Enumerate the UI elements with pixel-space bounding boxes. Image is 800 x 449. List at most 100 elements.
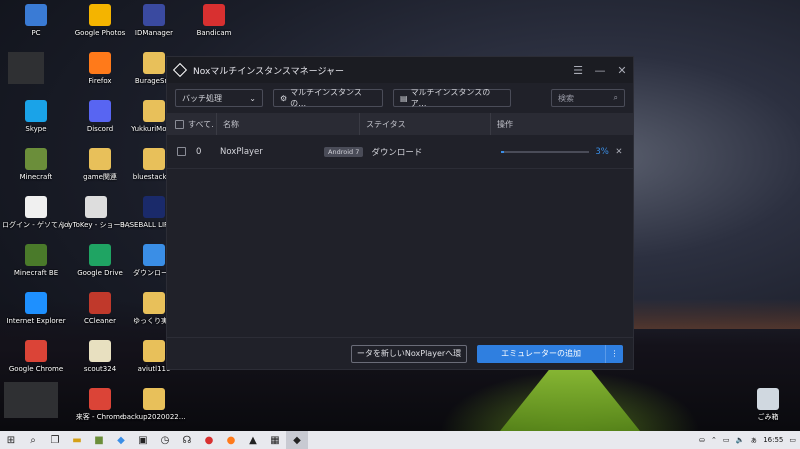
row-name: NoxPlayer <box>220 146 263 157</box>
minecraft-icon[interactable]: ■ <box>88 431 110 449</box>
nox-logo-icon <box>172 62 188 78</box>
skype-icon <box>25 100 47 122</box>
table-header: すべて. 名称 ステイタス 操作 <box>167 113 633 135</box>
desktop-icon-label: CCleaner <box>84 317 116 325</box>
multi-instance-settings-label: マルチインスタンスの… <box>290 88 362 108</box>
baseball-icon <box>143 196 165 218</box>
multi-instance-arrange-button[interactable]: ▤ マルチインスタンスのア… <box>393 88 511 108</box>
search-icon: ⌕ <box>613 93 618 102</box>
ie-icon <box>25 292 47 314</box>
desktop-icon-label: Firefox <box>88 77 112 85</box>
desktop-icon-label: Google Photos <box>74 29 126 37</box>
explorer-icon[interactable]: ▬ <box>66 431 88 449</box>
search-input[interactable]: 検索 ⌕ <box>551 89 625 107</box>
cancel-download-icon[interactable]: ✕ <box>615 147 622 157</box>
window-titlebar[interactable]: Noxマルチインスタンスマネージャー ☰ — ✕ <box>167 57 633 83</box>
windows-start-icon[interactable]: ⊞ <box>0 431 22 449</box>
batch-dropdown-label: バッチ処理 <box>182 93 222 103</box>
desktop-icon[interactable]: Bandicam <box>180 4 248 38</box>
progress-percent: 3% <box>595 146 609 157</box>
media-icon[interactable]: ▣ <box>132 431 154 449</box>
desktop-icon-label: backup2020022… <box>122 413 186 421</box>
multi-instance-settings-button[interactable]: ⚙ マルチインスタンスの… <box>273 88 383 108</box>
idmanager-icon[interactable]: ▦ <box>264 431 286 449</box>
desktop-icon-label: Google Drive <box>77 269 123 277</box>
desktop-icon[interactable]: Minecraft <box>2 148 70 182</box>
folder-icon <box>143 388 165 410</box>
desktop-icon-label: Skype <box>25 125 47 133</box>
close-icon[interactable]: ✕ <box>611 64 633 77</box>
layout-icon: ▤ <box>400 93 408 103</box>
network-icon[interactable]: ▭ <box>723 436 730 444</box>
search-icon[interactable]: ⌕ <box>22 431 44 449</box>
clock-time[interactable]: 16:55 <box>763 436 783 444</box>
firefox-icon[interactable]: ● <box>220 431 242 449</box>
chevron-up-icon[interactable]: ⌃ <box>711 436 717 444</box>
add-emulator-button[interactable]: エミュレーターの追加 ⋮ <box>477 344 623 363</box>
desktop-icon[interactable]: PC <box>2 4 70 38</box>
desktop-icon-label: Google Chrome <box>8 365 64 373</box>
desktop-icon-label: Internet Explorer <box>6 317 66 325</box>
desktop-icon[interactable]: Internet Explorer <box>2 292 70 326</box>
google-drive-icon <box>89 244 111 266</box>
menu-icon[interactable]: ☰ <box>567 64 589 77</box>
file-icon <box>89 340 111 362</box>
desktop-icon-label: IDManager <box>134 29 174 37</box>
nox-active-icon[interactable]: ◆ <box>286 431 308 449</box>
folder-icon <box>143 100 165 122</box>
desktop-icon[interactable]: Skype <box>2 100 70 134</box>
multi-instance-arrange-label: マルチインスタンスのア… <box>410 88 491 108</box>
clock-icon[interactable]: ◷ <box>154 431 176 449</box>
desktop-icon[interactable]: ごみ箱 <box>734 388 800 422</box>
blank-desktop-tile <box>8 52 44 84</box>
idmanager-icon <box>143 4 165 26</box>
minecraft-icon <box>25 148 47 170</box>
more-options-icon[interactable]: ⋮ <box>605 344 623 363</box>
desktop-icon[interactable]: IDManager <box>120 4 188 38</box>
desktop-icon[interactable]: ログイン - ゲソてん byGMO <box>2 196 70 230</box>
app-icon[interactable]: ☊ <box>176 431 198 449</box>
window-title: Noxマルチインスタンスマネージャー <box>193 66 345 77</box>
desktop-icon[interactable]: backup2020022… <box>120 388 188 422</box>
desktop-icon-label: ごみ箱 <box>757 413 779 421</box>
batch-dropdown[interactable]: バッチ処理 ⌄ <box>175 89 263 107</box>
download-progress-fill <box>501 150 504 153</box>
notification-icon[interactable]: ▭ <box>789 436 796 444</box>
blank-desktop-tile <box>4 382 58 418</box>
photos-icon[interactable]: ▲ <box>242 431 264 449</box>
taskbar: ⊞ ⌕ ❐ ▬ ■ ◆ ▣ ◷ ☊ ● ● ▲ ▦ ◆ ⛀ ⌃ ▭ 🔈 ぁ 16… <box>0 431 800 449</box>
minecraft-be-icon <box>25 244 47 266</box>
search-placeholder: 検索 <box>558 93 574 103</box>
joytokey-icon <box>85 196 107 218</box>
bandicam-icon <box>203 4 225 26</box>
minimize-icon[interactable]: — <box>589 64 611 77</box>
desktop-icon[interactable]: Google Chrome <box>2 340 70 374</box>
desktop-icon-label: PC <box>31 29 41 37</box>
desktop-icon-label: Minecraft <box>19 173 53 181</box>
chevron-down-icon: ⌄ <box>249 93 256 103</box>
window-toolbar: バッチ処理 ⌄ ⚙ マルチインスタンスの… ▤ マルチインスタンスのア… 検索 … <box>167 83 633 113</box>
bandicam-icon[interactable]: ● <box>198 431 220 449</box>
desktop-icon-label: Bandicam <box>196 29 232 37</box>
pc-icon <box>25 4 47 26</box>
desktop-icon-label: ログイン - ゲソてん byGMO <box>2 221 70 229</box>
firefox-icon <box>89 52 111 74</box>
select-all-checkbox[interactable] <box>175 119 184 129</box>
table-row[interactable]: 0 NoxPlayer Android 7 ダウンロード 3% ✕ <box>167 135 633 169</box>
migrate-data-button[interactable]: ータを新しいNoxPlayerへ環 <box>350 344 468 363</box>
people-icon[interactable]: ⛀ <box>699 436 705 444</box>
ime-icon[interactable]: ぁ <box>750 435 757 445</box>
volume-icon[interactable]: 🔈 <box>735 436 744 444</box>
row-checkbox[interactable] <box>177 147 186 156</box>
nox-icon[interactable]: ◆ <box>110 431 132 449</box>
system-tray: ⛀ ⌃ ▭ 🔈 ぁ 16:55 ▭ <box>699 435 800 445</box>
nox-multi-instance-window: Noxマルチインスタンスマネージャー ☰ — ✕ バッチ処理 ⌄ ⚙ マルチイン… <box>166 56 634 370</box>
recycle-bin-icon <box>757 388 779 410</box>
chrome-icon <box>25 340 47 362</box>
desktop-icon-label: 来客 - Chrome <box>75 413 125 421</box>
add-emulator-label: エミュレーターの追加 <box>501 349 581 358</box>
folder-icon <box>143 148 165 170</box>
gear-icon: ⚙ <box>280 93 288 103</box>
task-view-icon[interactable]: ❐ <box>44 431 66 449</box>
desktop-icon[interactable]: Minecraft BE <box>2 244 70 278</box>
